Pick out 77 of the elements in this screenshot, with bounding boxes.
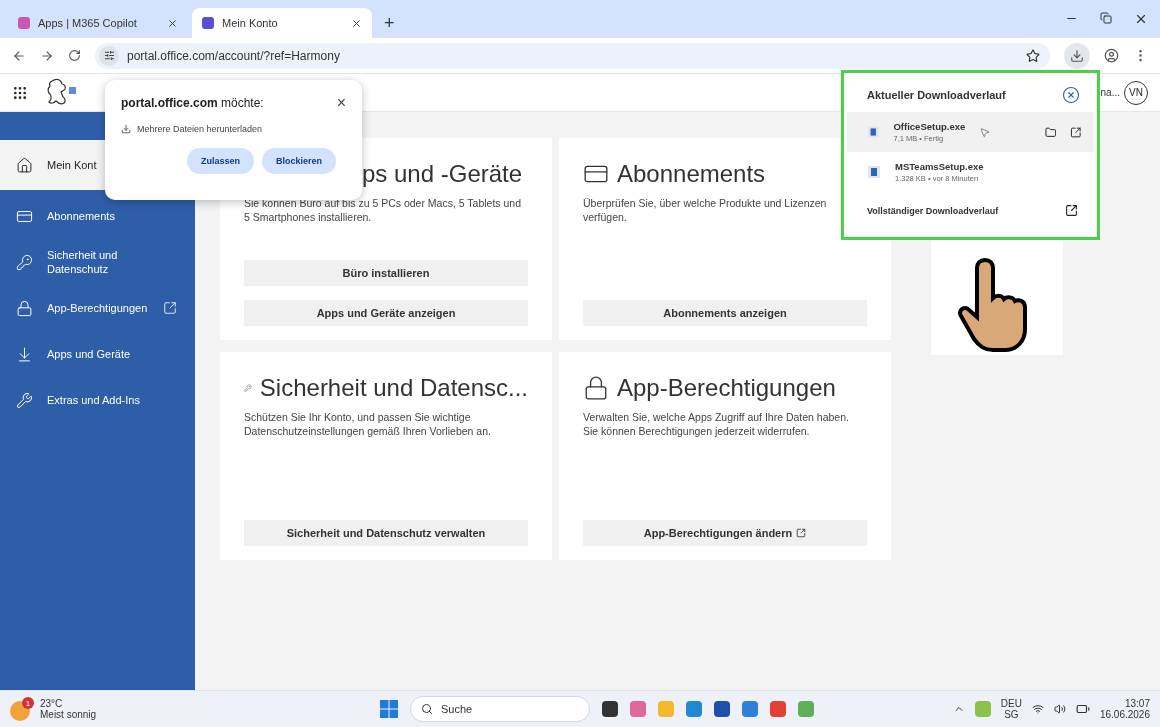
wifi-icon[interactable] — [1031, 703, 1044, 715]
nav-icon — [16, 253, 33, 271]
permission-button[interactable]: Blockieren — [261, 148, 336, 174]
nav-icon — [16, 391, 33, 409]
card-title: Sicherheit und Datensc... — [259, 374, 528, 402]
close-icon[interactable] — [1134, 12, 1148, 26]
card-title: Abonnements — [617, 160, 766, 188]
sidebar-item[interactable]: Sicherheit und Datenschutz — [0, 242, 195, 282]
card-title: ps und -Geräte — [362, 160, 523, 188]
new-tab-button[interactable]: + — [376, 8, 403, 38]
close-icon[interactable] — [351, 17, 362, 29]
card-action-button[interactable]: App-Berechtigungen ändern — [583, 520, 867, 546]
close-icon[interactable] — [1062, 86, 1080, 104]
star-icon[interactable] — [1026, 48, 1040, 63]
back-icon[interactable] — [12, 48, 26, 63]
file-name: OfficeSetup.exe — [893, 121, 966, 132]
external-link-icon[interactable] — [1065, 204, 1078, 217]
app-launcher-icon[interactable] — [12, 84, 28, 101]
file-icon — [867, 125, 880, 139]
permission-button[interactable]: Zulassen — [186, 148, 254, 174]
file-icon — [867, 165, 881, 179]
taskbar-search-field[interactable]: Suche — [410, 696, 590, 722]
notification-badge: 1 — [22, 697, 34, 709]
windows-start-icon[interactable] — [380, 700, 398, 718]
mouse-cursor-icon — [979, 125, 991, 139]
download-icon[interactable] — [1064, 42, 1090, 69]
panel-title: Aktueller Downloadverlauf — [867, 89, 1006, 101]
close-button[interactable]: × — [336, 94, 346, 112]
temperature: 23°C — [40, 698, 64, 709]
taskbar-app-icon[interactable] — [714, 701, 730, 717]
address-field[interactable]: portal.office.com/account/?ref=Harmony — [95, 42, 1050, 69]
permission-request: Mehrere Dateien herunterladen — [137, 124, 263, 134]
card-title: App-Berechtigungen — [617, 374, 836, 402]
card-action-button[interactable]: Büro installieren — [244, 260, 528, 286]
card-icon — [583, 375, 609, 401]
search-icon — [421, 703, 433, 715]
profile-icon[interactable] — [1104, 48, 1119, 63]
popup-title: portal.office.com möchte: — [121, 96, 264, 110]
full-history-link[interactable]: Vollständiger Downloadverlauf — [867, 205, 999, 216]
card-description: Schützen Sie Ihr Konto, und passen Sie wichtige Datenschutzeinstellungen gemäß Ihren Vorlieben an. — [244, 410, 492, 438]
clock-time[interactable]: 13:07 — [1124, 698, 1150, 709]
download-icon — [121, 124, 131, 134]
browser-tab[interactable]: Mein Konto — [192, 8, 372, 38]
card-description: Überprüfen Sie, über welche Produkte und Lizenzen verfügen. — [583, 196, 828, 224]
site-icon — [18, 17, 30, 29]
external-link-icon — [796, 528, 807, 538]
reload-icon[interactable] — [68, 49, 81, 62]
volume-icon[interactable] — [1053, 703, 1066, 715]
card-description: Verwalten Sie, welche Apps Zugriff auf Ihre Daten haben. Sie können Berechtigungen jederzeit widerrufen. — [583, 410, 850, 438]
nav-icon — [16, 156, 33, 174]
folder-icon[interactable] — [1044, 125, 1057, 139]
user-name: na... — [1100, 87, 1120, 98]
close-icon[interactable] — [167, 17, 178, 29]
sidebar-item[interactable]: Extras und Add-Ins — [0, 380, 195, 420]
sidebar-item[interactable]: Apps und Geräte — [0, 334, 195, 374]
external-link-icon[interactable] — [1070, 125, 1082, 139]
input-language[interactable]: DEU — [1000, 698, 1022, 709]
battery-icon[interactable] — [1075, 702, 1090, 716]
nav-icon — [16, 345, 33, 363]
keyboard-region[interactable]: SG — [1004, 709, 1019, 720]
sidebar-item[interactable]: Abonnements — [0, 196, 195, 236]
nav-icon — [16, 299, 33, 317]
restore-icon[interactable] — [1100, 12, 1112, 24]
clock-date[interactable]: 16.06.2026 — [1099, 709, 1150, 720]
external-link-icon — [163, 301, 177, 315]
sidebar-item[interactable]: App-Berechtigungen — [0, 288, 195, 328]
card-action-button[interactable]: Sicherheit und Datenschutz verwalten — [244, 520, 528, 546]
weather-sun-icon[interactable] — [10, 701, 30, 721]
card-action-button[interactable]: Apps und Geräte anzeigen — [244, 300, 528, 326]
forward-icon[interactable] — [40, 48, 54, 63]
taskbar-app-icon[interactable] — [602, 701, 618, 717]
weather-condition: Meist sonnig — [40, 709, 97, 720]
file-name: MSTeamsSetup.exe — [895, 161, 985, 172]
site-icon — [202, 17, 214, 29]
card-action-button[interactable]: Abonnements anzeigen — [583, 300, 867, 326]
browser-tab[interactable]: Apps | M365 Copilot — [8, 8, 188, 38]
site-settings-icon[interactable] — [99, 45, 119, 66]
